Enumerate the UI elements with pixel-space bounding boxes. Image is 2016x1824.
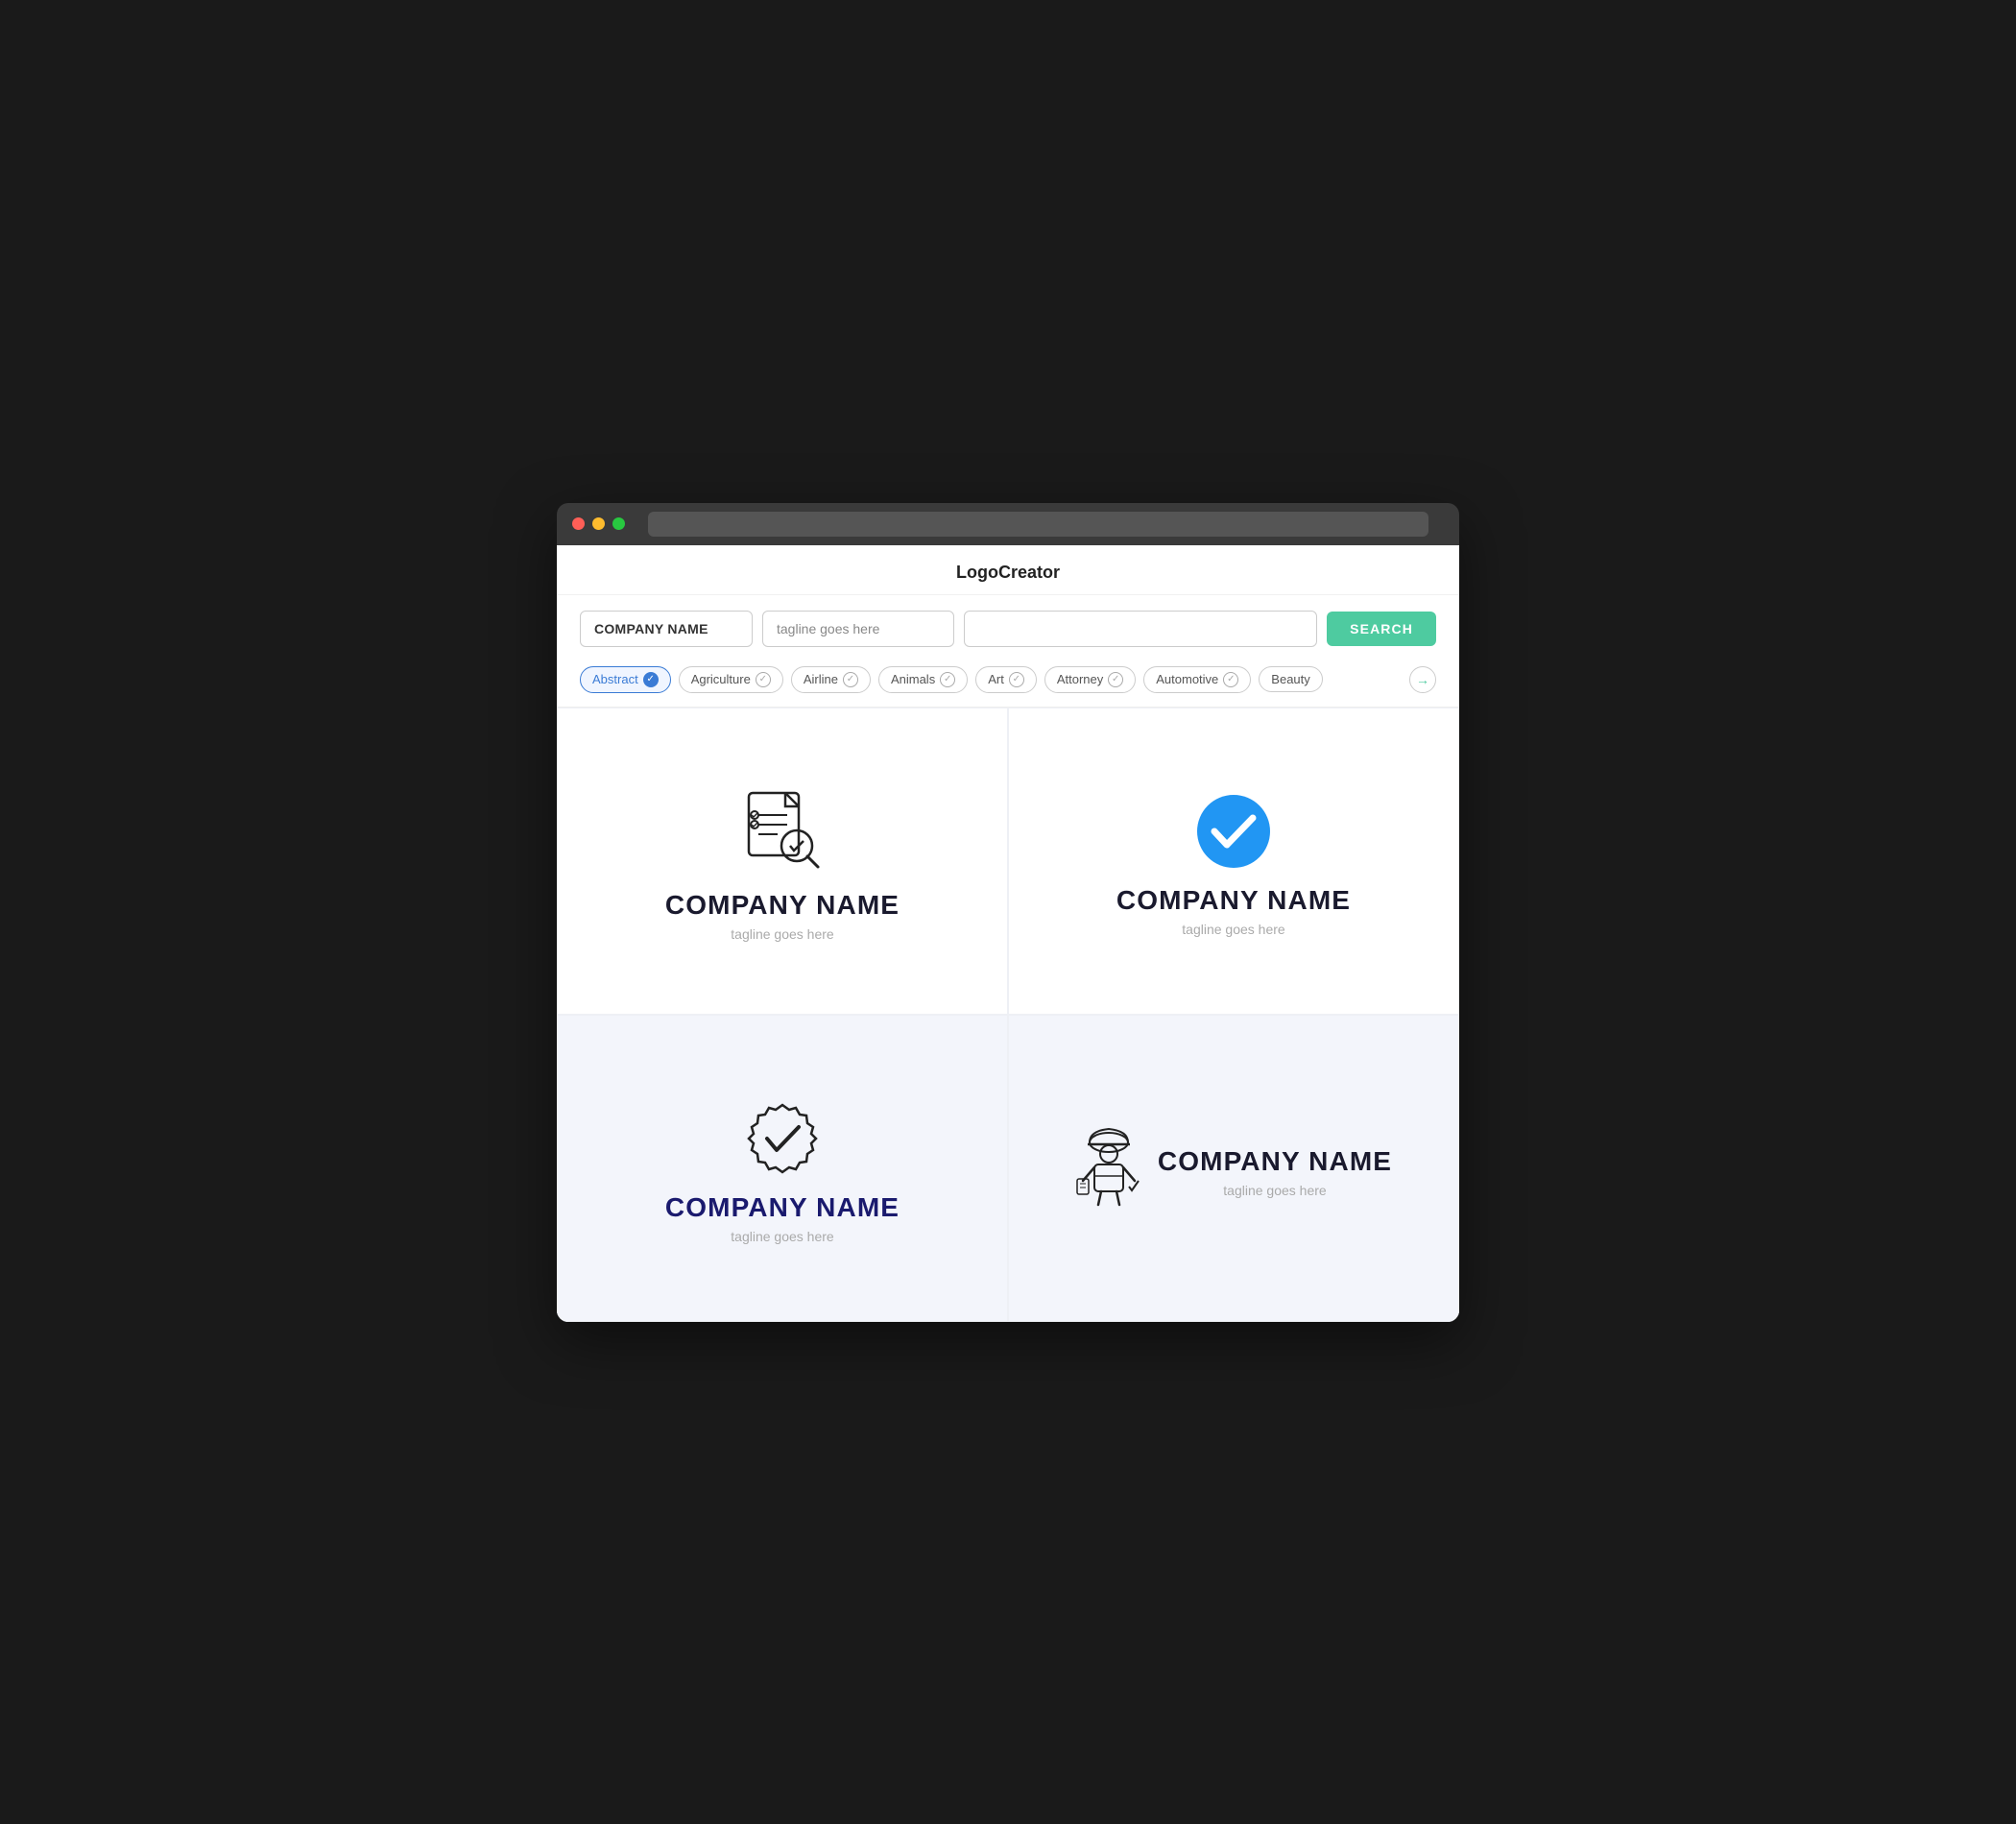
filter-airline[interactable]: Airline ✓ (791, 666, 871, 693)
automotive-check-icon: ✓ (1223, 672, 1238, 687)
filter-abstract[interactable]: Abstract ✓ (580, 666, 671, 693)
logo-1-tagline: tagline goes here (731, 926, 833, 942)
logo-grid: COMPANY NAME tagline goes here COMPANY N… (557, 708, 1459, 1322)
search-bar: SEARCH (557, 595, 1459, 662)
browser-window: LogoCreator SEARCH Abstract ✓ Agricultur… (557, 503, 1459, 1322)
filter-airline-label: Airline (804, 672, 838, 686)
filter-animals[interactable]: Animals ✓ (878, 666, 968, 693)
search-button[interactable]: SEARCH (1327, 612, 1436, 646)
logo-2-tagline: tagline goes here (1182, 922, 1284, 937)
filter-beauty-label: Beauty (1271, 672, 1309, 686)
filter-beauty[interactable]: Beauty (1259, 666, 1322, 692)
logo-card-1[interactable]: COMPANY NAME tagline goes here (557, 708, 1008, 1015)
logo-icon-2 (1195, 793, 1272, 870)
app-title: LogoCreator (956, 563, 1060, 582)
app-header: LogoCreator (557, 545, 1459, 595)
logo-icon-3 (744, 1100, 821, 1177)
maximize-button[interactable] (612, 517, 625, 530)
logo-4-text-group: COMPANY NAME tagline goes here (1158, 1146, 1392, 1198)
art-check-icon: ✓ (1009, 672, 1024, 687)
company-name-input[interactable] (580, 611, 753, 647)
browser-titlebar (557, 503, 1459, 545)
filter-attorney-label: Attorney (1057, 672, 1103, 686)
app-content: LogoCreator SEARCH Abstract ✓ Agricultur… (557, 545, 1459, 1322)
logo-1-company: COMPANY NAME (665, 890, 900, 921)
logo-4-tagline: tagline goes here (1158, 1183, 1392, 1198)
filter-attorney[interactable]: Attorney ✓ (1044, 666, 1136, 693)
filter-agriculture-label: Agriculture (691, 672, 751, 686)
animals-check-icon: ✓ (940, 672, 955, 687)
filter-automotive-label: Automotive (1156, 672, 1218, 686)
filter-art-label: Art (988, 672, 1004, 686)
minimize-button[interactable] (592, 517, 605, 530)
address-bar[interactable] (648, 512, 1428, 537)
logo-icon-1 (739, 788, 826, 875)
attorney-check-icon: ✓ (1108, 672, 1123, 687)
tagline-input[interactable] (762, 611, 954, 647)
logo-card-3[interactable]: COMPANY NAME tagline goes here (557, 1015, 1008, 1322)
filter-art[interactable]: Art ✓ (975, 666, 1037, 693)
filter-abstract-label: Abstract (592, 672, 638, 686)
logo-4-company: COMPANY NAME (1158, 1146, 1392, 1177)
logo-icon-4 (1075, 1121, 1142, 1208)
filter-automotive[interactable]: Automotive ✓ (1143, 666, 1251, 693)
close-button[interactable] (572, 517, 585, 530)
logo-2-company: COMPANY NAME (1116, 885, 1351, 916)
filter-bar: Abstract ✓ Agriculture ✓ Airline ✓ Anima… (557, 662, 1459, 708)
extra-search-input[interactable] (964, 611, 1317, 647)
agriculture-check-icon: ✓ (756, 672, 771, 687)
logo-3-company: COMPANY NAME (665, 1192, 900, 1223)
abstract-check-icon: ✓ (643, 672, 659, 687)
logo-3-tagline: tagline goes here (731, 1229, 833, 1244)
filter-animals-label: Animals (891, 672, 935, 686)
logo-card-2[interactable]: COMPANY NAME tagline goes here (1008, 708, 1459, 1015)
filter-next-button[interactable]: → (1409, 666, 1436, 693)
filter-agriculture[interactable]: Agriculture ✓ (679, 666, 783, 693)
logo-card-4[interactable]: COMPANY NAME tagline goes here (1008, 1015, 1459, 1322)
airline-check-icon: ✓ (843, 672, 858, 687)
